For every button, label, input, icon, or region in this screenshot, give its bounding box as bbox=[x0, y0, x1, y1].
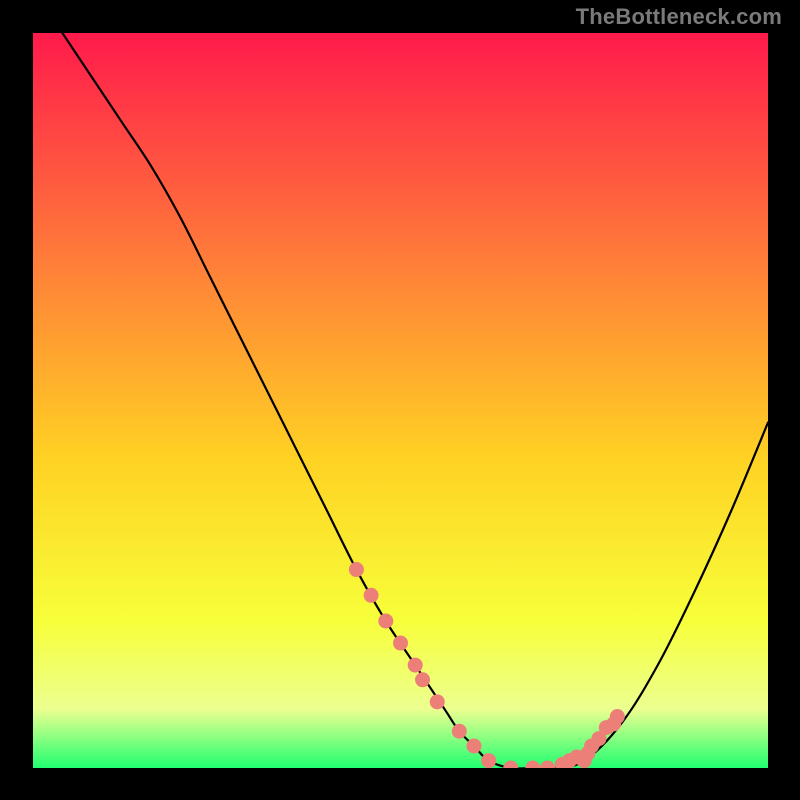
highlight-dot bbox=[452, 724, 467, 739]
plot-svg bbox=[33, 33, 768, 768]
highlight-dot bbox=[415, 672, 430, 687]
highlight-dot bbox=[364, 588, 379, 603]
watermark-text: TheBottleneck.com bbox=[576, 4, 782, 30]
highlight-dot bbox=[610, 709, 625, 724]
highlight-dot bbox=[430, 694, 445, 709]
highlight-dot bbox=[481, 753, 496, 768]
gradient-background bbox=[33, 33, 768, 768]
plot-area bbox=[33, 33, 768, 768]
highlight-dot bbox=[408, 658, 423, 673]
chart-stage: TheBottleneck.com bbox=[0, 0, 800, 800]
highlight-dot bbox=[378, 614, 393, 629]
highlight-dot bbox=[393, 636, 408, 651]
highlight-dot bbox=[467, 738, 482, 753]
highlight-dot bbox=[349, 562, 364, 577]
